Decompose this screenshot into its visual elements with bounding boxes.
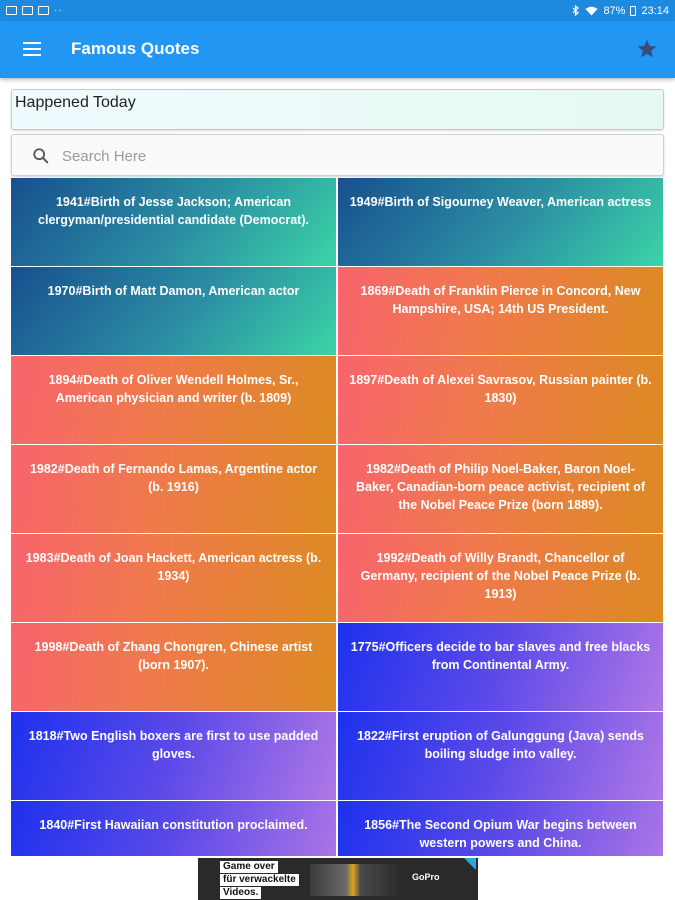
ad-banner[interactable]: Game over für verwackelte Videos. GoPro [198, 858, 478, 900]
ad-text-line: Game over [220, 861, 278, 873]
star-icon[interactable] [636, 38, 658, 60]
quote-card[interactable]: 1840#First Hawaiian constitution proclai… [11, 801, 336, 856]
menu-icon[interactable] [23, 42, 41, 56]
quote-card[interactable]: 1982#Death of Fernando Lamas, Argentine … [11, 445, 336, 533]
clock: 23:14 [641, 4, 669, 17]
quote-card[interactable]: 1894#Death of Oliver Wendell Holmes, Sr.… [11, 356, 336, 444]
bluetooth-icon [573, 5, 580, 16]
status-bar-system: 87% 23:14 [572, 5, 669, 17]
quote-card[interactable]: 1992#Death of Willy Brandt, Chancellor o… [338, 534, 663, 622]
search-bar[interactable] [11, 134, 664, 176]
quote-card[interactable]: 1970#Birth of Matt Damon, American actor [11, 267, 336, 355]
ad-brand-logo: GoPro [412, 872, 440, 882]
video-icon [38, 6, 49, 15]
app-title: Famous Quotes [71, 39, 200, 58]
gallery-icon [6, 6, 17, 15]
battery-icon [630, 5, 637, 16]
quote-card[interactable]: 1856#The Second Opium War begins between… [338, 801, 663, 856]
status-bar-notifications: ·· [6, 5, 63, 16]
app-bar: Famous Quotes [0, 21, 675, 78]
quote-card[interactable]: 1775#Officers decide to bar slaves and f… [338, 623, 663, 711]
quotes-grid: 1941#Birth of Jesse Jackson; American cl… [11, 178, 664, 856]
wifi-icon [585, 6, 598, 15]
status-bar: ·· 87% 23:14 [0, 0, 675, 21]
quote-card[interactable]: 1982#Death of Philip Noel-Baker, Baron N… [338, 445, 663, 533]
more-icon: ·· [54, 5, 63, 16]
camera-image [310, 864, 400, 896]
ad-text-line: für verwackelte [220, 874, 299, 886]
image-icon [22, 6, 33, 15]
category-label: Happened Today [11, 89, 664, 130]
quote-card[interactable]: 1818#Two English boxers are first to use… [11, 712, 336, 800]
quote-card[interactable]: 1869#Death of Franklin Pierce in Concord… [338, 267, 663, 355]
quote-card[interactable]: 1941#Birth of Jesse Jackson; American cl… [11, 178, 336, 266]
quote-card[interactable]: 1983#Death of Joan Hackett, American act… [11, 534, 336, 622]
quote-card[interactable]: 1897#Death of Alexei Savrasov, Russian p… [338, 356, 663, 444]
quote-card[interactable]: 1998#Death of Zhang Chongren, Chinese ar… [11, 623, 336, 711]
battery-level: 87% [603, 4, 626, 17]
ad-choices-icon[interactable] [464, 858, 476, 870]
ad-text-line: Videos. [220, 887, 262, 899]
search-icon [33, 148, 49, 164]
quote-card[interactable]: 1822#First eruption of Galunggung (Java)… [338, 712, 663, 800]
quote-card[interactable]: 1949#Birth of Sigourney Weaver, American… [338, 178, 663, 266]
search-input[interactable] [60, 143, 654, 169]
